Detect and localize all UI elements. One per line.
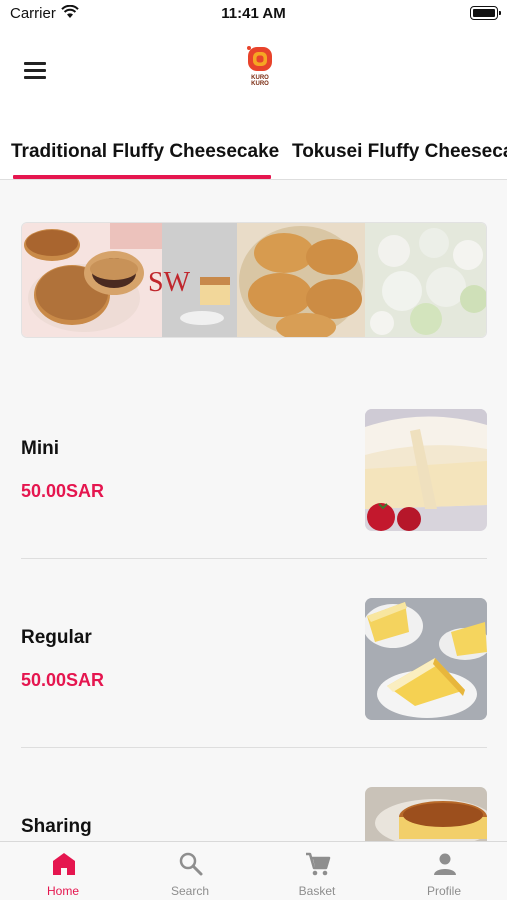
battery-icon	[470, 6, 501, 20]
product-price: 50.00SAR	[21, 670, 105, 690]
product-name: Mini	[21, 438, 59, 459]
banner-sw-text: SW	[148, 267, 191, 298]
nav-label: Home	[46, 884, 79, 898]
nav-basket[interactable]: Basket	[254, 842, 380, 900]
product-name: Regular	[21, 627, 92, 648]
status-time: 11:41 AM	[221, 5, 286, 22]
product-name: Sharing	[21, 816, 92, 837]
search-icon	[179, 852, 203, 876]
nav-label: Profile	[426, 884, 461, 898]
category-tabs: Traditional Fluffy Cheesecake Tokusei Fl…	[0, 114, 507, 180]
menu-icon	[24, 62, 46, 65]
active-tab-indicator	[13, 175, 271, 179]
nav-label: Basket	[298, 884, 336, 898]
brand-logo: KURO KURO	[242, 44, 278, 98]
menu-button[interactable]	[24, 62, 46, 80]
nav-label: Search	[170, 884, 210, 898]
product-image	[365, 787, 487, 841]
divider	[21, 558, 487, 559]
product-item-regular[interactable]: Regular 50.00SAR	[21, 598, 487, 720]
product-item-sharing[interactable]: Sharing	[21, 787, 487, 841]
cart-icon	[306, 852, 331, 876]
product-item-mini[interactable]: Mini 50.00SAR	[21, 409, 487, 531]
tab-tokusei-fluffy-cheesecake[interactable]: Tokusei Fluffy Cheesecake	[292, 141, 507, 163]
app-header: KURO KURO	[0, 28, 507, 114]
divider	[21, 747, 487, 748]
bottom-tab-bar: Home Search Basket Profile	[0, 841, 507, 900]
product-image	[365, 598, 487, 720]
product-price: 50.00SAR	[21, 481, 105, 501]
tab-traditional-fluffy-cheesecake[interactable]: Traditional Fluffy Cheesecake	[11, 141, 279, 163]
nav-home[interactable]: Home	[0, 842, 126, 900]
product-image	[365, 409, 487, 531]
promo-banner[interactable]: SW	[21, 222, 487, 338]
nav-profile[interactable]: Profile	[381, 842, 507, 900]
person-icon	[434, 853, 456, 875]
status-bar: Carrier 11:41 AM	[0, 0, 507, 28]
logo-text: KURO KURO	[251, 75, 269, 87]
home-icon	[53, 853, 75, 875]
nav-search[interactable]: Search	[127, 842, 253, 900]
